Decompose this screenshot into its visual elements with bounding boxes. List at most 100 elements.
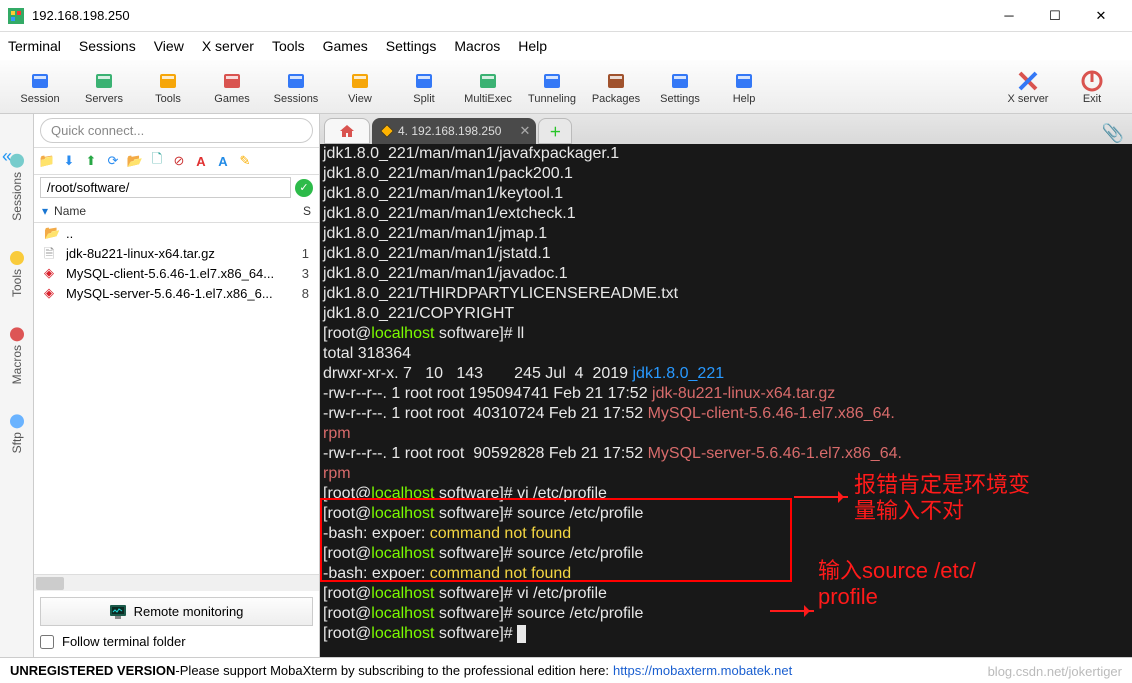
tunneling-icon (540, 69, 564, 93)
menu-terminal[interactable]: Terminal (8, 38, 61, 54)
side-tab-sftp[interactable]: Sftp (10, 414, 24, 453)
toolbar-label: Packages (592, 93, 640, 105)
file-row[interactable]: ◈MySQL-client-5.6.46-1.el7.x86_64...3 (34, 263, 319, 283)
sort-caret-icon: ▾ (42, 204, 48, 218)
xserver-icon (1016, 69, 1040, 93)
toolbar-multiexec[interactable]: MultiExec (456, 62, 520, 112)
download-icon[interactable]: ⬇ (58, 150, 80, 172)
toolbar-session[interactable]: Session (8, 62, 72, 112)
file-row[interactable]: 📂.. (34, 223, 319, 243)
tab-close-icon[interactable]: ✕ (519, 123, 530, 139)
file-list-header[interactable]: ▾ Name S (34, 200, 319, 223)
exit-icon (1080, 69, 1104, 93)
toolbar-tools[interactable]: Tools (136, 62, 200, 112)
minimize-button[interactable]: ─ (986, 0, 1032, 32)
add-file-icon[interactable]: 🗋 (146, 150, 168, 172)
follow-terminal-input[interactable] (40, 635, 54, 649)
delete-icon[interactable]: ⊘ (168, 150, 190, 172)
packages-icon (604, 69, 628, 93)
menu-games[interactable]: Games (323, 38, 368, 54)
settings-icon (668, 69, 692, 93)
refresh-icon[interactable]: ⟳ (102, 150, 124, 172)
status-link[interactable]: https://mobaxterm.mobatek.net (613, 663, 792, 678)
quick-connect-input[interactable]: Quick connect... (40, 118, 313, 143)
toolbar-tunneling[interactable]: Tunneling (520, 62, 584, 112)
remote-monitoring-button[interactable]: Remote monitoring (40, 597, 313, 626)
file-icon: ◈ (44, 285, 60, 301)
file-name: .. (66, 226, 291, 241)
home-icon (339, 124, 355, 138)
file-row[interactable]: 🗎jdk-8u221-linux-x64.tar.gz1 (34, 243, 319, 263)
side-tab-macros[interactable]: Macros (10, 327, 24, 384)
monitor-icon (110, 605, 126, 619)
toolbar-games[interactable]: Games (200, 62, 264, 112)
menu-help[interactable]: Help (518, 38, 547, 54)
attachment-icon[interactable]: 📎 (1102, 123, 1124, 144)
menu-sessions[interactable]: Sessions (79, 38, 136, 54)
file-name: MySQL-client-5.6.46-1.el7.x86_64... (66, 266, 291, 281)
add-folder-icon[interactable]: 📂 (124, 150, 146, 172)
side-tab-icon (10, 327, 24, 341)
unregistered-label: UNREGISTERED VERSION (10, 663, 175, 678)
session-icon (380, 124, 394, 138)
maximize-button[interactable]: ☐ (1032, 0, 1078, 32)
col-name-header[interactable]: Name (54, 204, 303, 218)
side-tab-sessions[interactable]: Sessions (10, 154, 24, 221)
toolbar-view[interactable]: View (328, 62, 392, 112)
close-button[interactable]: ✕ (1078, 0, 1124, 32)
status-message: Please support MobaXterm by subscribing … (180, 663, 609, 678)
toolbar-exit[interactable]: Exit (1060, 62, 1124, 112)
tab-home[interactable] (324, 118, 370, 144)
menu-settings[interactable]: Settings (386, 38, 437, 54)
toolbar-label: Settings (660, 93, 700, 105)
main-toolbar: Session Servers Tools Games Sessions View Spli… (0, 60, 1132, 114)
toolbar-help[interactable]: Help (712, 62, 776, 112)
toolbar-label: View (348, 93, 372, 105)
toolbar-settings[interactable]: Settings (648, 62, 712, 112)
file-icon: 📂 (44, 225, 60, 241)
app-icon (8, 8, 24, 24)
toolbar-label: X server (1008, 93, 1049, 105)
file-icon: ◈ (44, 265, 60, 281)
toolbar-label: Session (20, 93, 59, 105)
file-list: 📂..🗎jdk-8u221-linux-x64.tar.gz1◈MySQL-cl… (34, 223, 319, 574)
session-tabs: 4. 192.168.198.250 ✕ ＋ 📎 (320, 114, 1132, 144)
menu-view[interactable]: View (154, 38, 184, 54)
file-row[interactable]: ◈MySQL-server-5.6.46-1.el7.x86_6...8 (34, 283, 319, 303)
tab-new[interactable]: ＋ (538, 118, 572, 144)
terminal-panel: 4. 192.168.198.250 ✕ ＋ 📎 jdk1.8.0_221/ma… (320, 114, 1132, 657)
tab-label: 4. 192.168.198.250 (398, 124, 501, 138)
hscrollbar[interactable] (34, 574, 319, 591)
menu-bar: Terminal Sessions View X server Tools Games Se… (0, 32, 1132, 60)
annotation-1: 报错肯定是环境变 量输入不对 (854, 472, 1030, 524)
col-size-header[interactable]: S (303, 204, 311, 218)
toolbar-split[interactable]: Split (392, 62, 456, 112)
menu-macros[interactable]: Macros (454, 38, 500, 54)
terminal-output[interactable]: jdk1.8.0_221/man/man1/javafxpackager.1 j… (320, 144, 1132, 657)
toolbar-label: Help (733, 93, 756, 105)
side-tab-tools[interactable]: Tools (10, 251, 24, 297)
toolbar-sessions[interactable]: Sessions (264, 62, 328, 112)
toolbar-label: Servers (85, 93, 123, 105)
path-bar: ✓ (40, 177, 313, 198)
follow-terminal-checkbox[interactable]: Follow terminal folder (40, 634, 313, 649)
upload-icon[interactable]: ⬆ (80, 150, 102, 172)
path-ok-icon: ✓ (295, 179, 313, 197)
toolbar-servers[interactable]: Servers (72, 62, 136, 112)
toolbar-packages[interactable]: Packages (584, 62, 648, 112)
highlight-icon[interactable]: ✎ (234, 150, 256, 172)
toolbar-label: Games (214, 93, 249, 105)
multiexec-icon (476, 69, 500, 93)
window-title: 192.168.198.250 (32, 8, 986, 23)
path-input[interactable] (40, 177, 291, 198)
menu-tools[interactable]: Tools (272, 38, 305, 54)
file-name: MySQL-server-5.6.46-1.el7.x86_6... (66, 286, 291, 301)
tab-active-session[interactable]: 4. 192.168.198.250 ✕ (372, 118, 536, 144)
servers-icon (92, 69, 116, 93)
aa2-icon[interactable]: A (212, 150, 234, 172)
menu-x-server[interactable]: X server (202, 38, 254, 54)
new-folder-icon[interactable]: 📁 (36, 150, 58, 172)
aa-icon[interactable]: A (190, 150, 212, 172)
side-tab-icon (10, 154, 24, 168)
toolbar-x-server[interactable]: X server (996, 62, 1060, 112)
